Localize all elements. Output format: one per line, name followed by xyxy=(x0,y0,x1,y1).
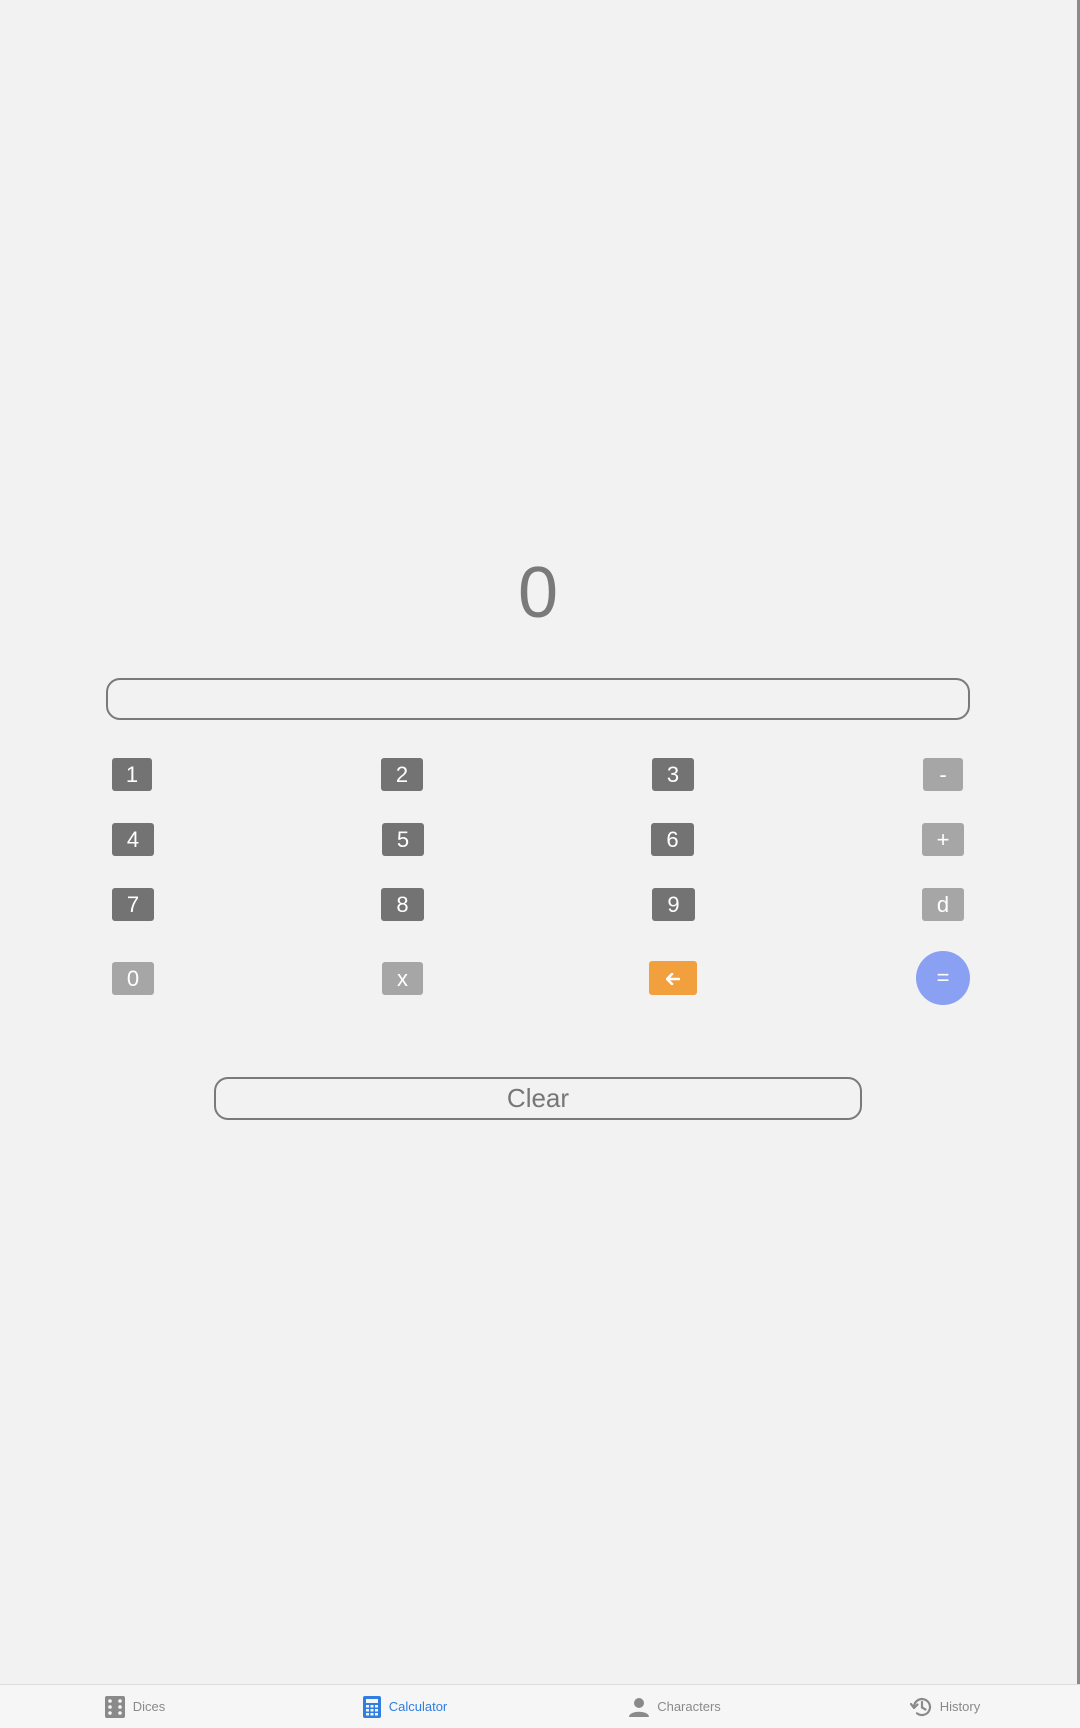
key-1[interactable]: 1 xyxy=(112,758,152,791)
key-plus[interactable]: + xyxy=(922,823,964,856)
expression-input[interactable] xyxy=(106,678,970,720)
tab-label-characters: Characters xyxy=(657,1699,721,1714)
key-5[interactable]: 5 xyxy=(382,823,424,856)
key-7[interactable]: 7 xyxy=(112,888,154,921)
key-9[interactable]: 9 xyxy=(652,888,695,921)
key-2[interactable]: 2 xyxy=(381,758,423,791)
calculator-icon xyxy=(362,1695,381,1718)
tab-label-dices: Dices xyxy=(132,1699,166,1714)
key-8[interactable]: 8 xyxy=(381,888,424,921)
equals-button[interactable]: = xyxy=(916,951,970,1005)
key-minus[interactable]: - xyxy=(923,758,963,791)
clear-button[interactable]: Clear xyxy=(214,1077,862,1120)
key-4[interactable]: 4 xyxy=(112,823,154,856)
tab-characters[interactable]: Characters xyxy=(540,1685,810,1728)
key-dice[interactable]: d xyxy=(922,888,964,921)
tab-label-calculator: Calculator xyxy=(388,1699,448,1714)
backspace-button[interactable] xyxy=(649,961,697,995)
tab-calculator[interactable]: Calculator xyxy=(270,1685,540,1728)
arrow-left-icon xyxy=(665,965,681,991)
tab-bar: Dices Calculator Characters History xyxy=(0,1684,1080,1728)
key-times[interactable]: x xyxy=(382,962,423,995)
history-icon xyxy=(909,1696,932,1718)
calculator-screen: 0 1 2 3 - 4 5 6 + 7 8 9 d 0 x = Clear Di… xyxy=(0,0,1080,1728)
result-display: 0 xyxy=(517,553,559,633)
key-6[interactable]: 6 xyxy=(651,823,694,856)
person-icon xyxy=(629,1697,650,1717)
key-3[interactable]: 3 xyxy=(652,758,694,791)
dice-icon xyxy=(104,1695,125,1718)
key-0[interactable]: 0 xyxy=(112,962,154,995)
tab-label-history: History xyxy=(939,1699,981,1714)
tab-dices[interactable]: Dices xyxy=(0,1685,270,1728)
tab-history[interactable]: History xyxy=(810,1685,1080,1728)
